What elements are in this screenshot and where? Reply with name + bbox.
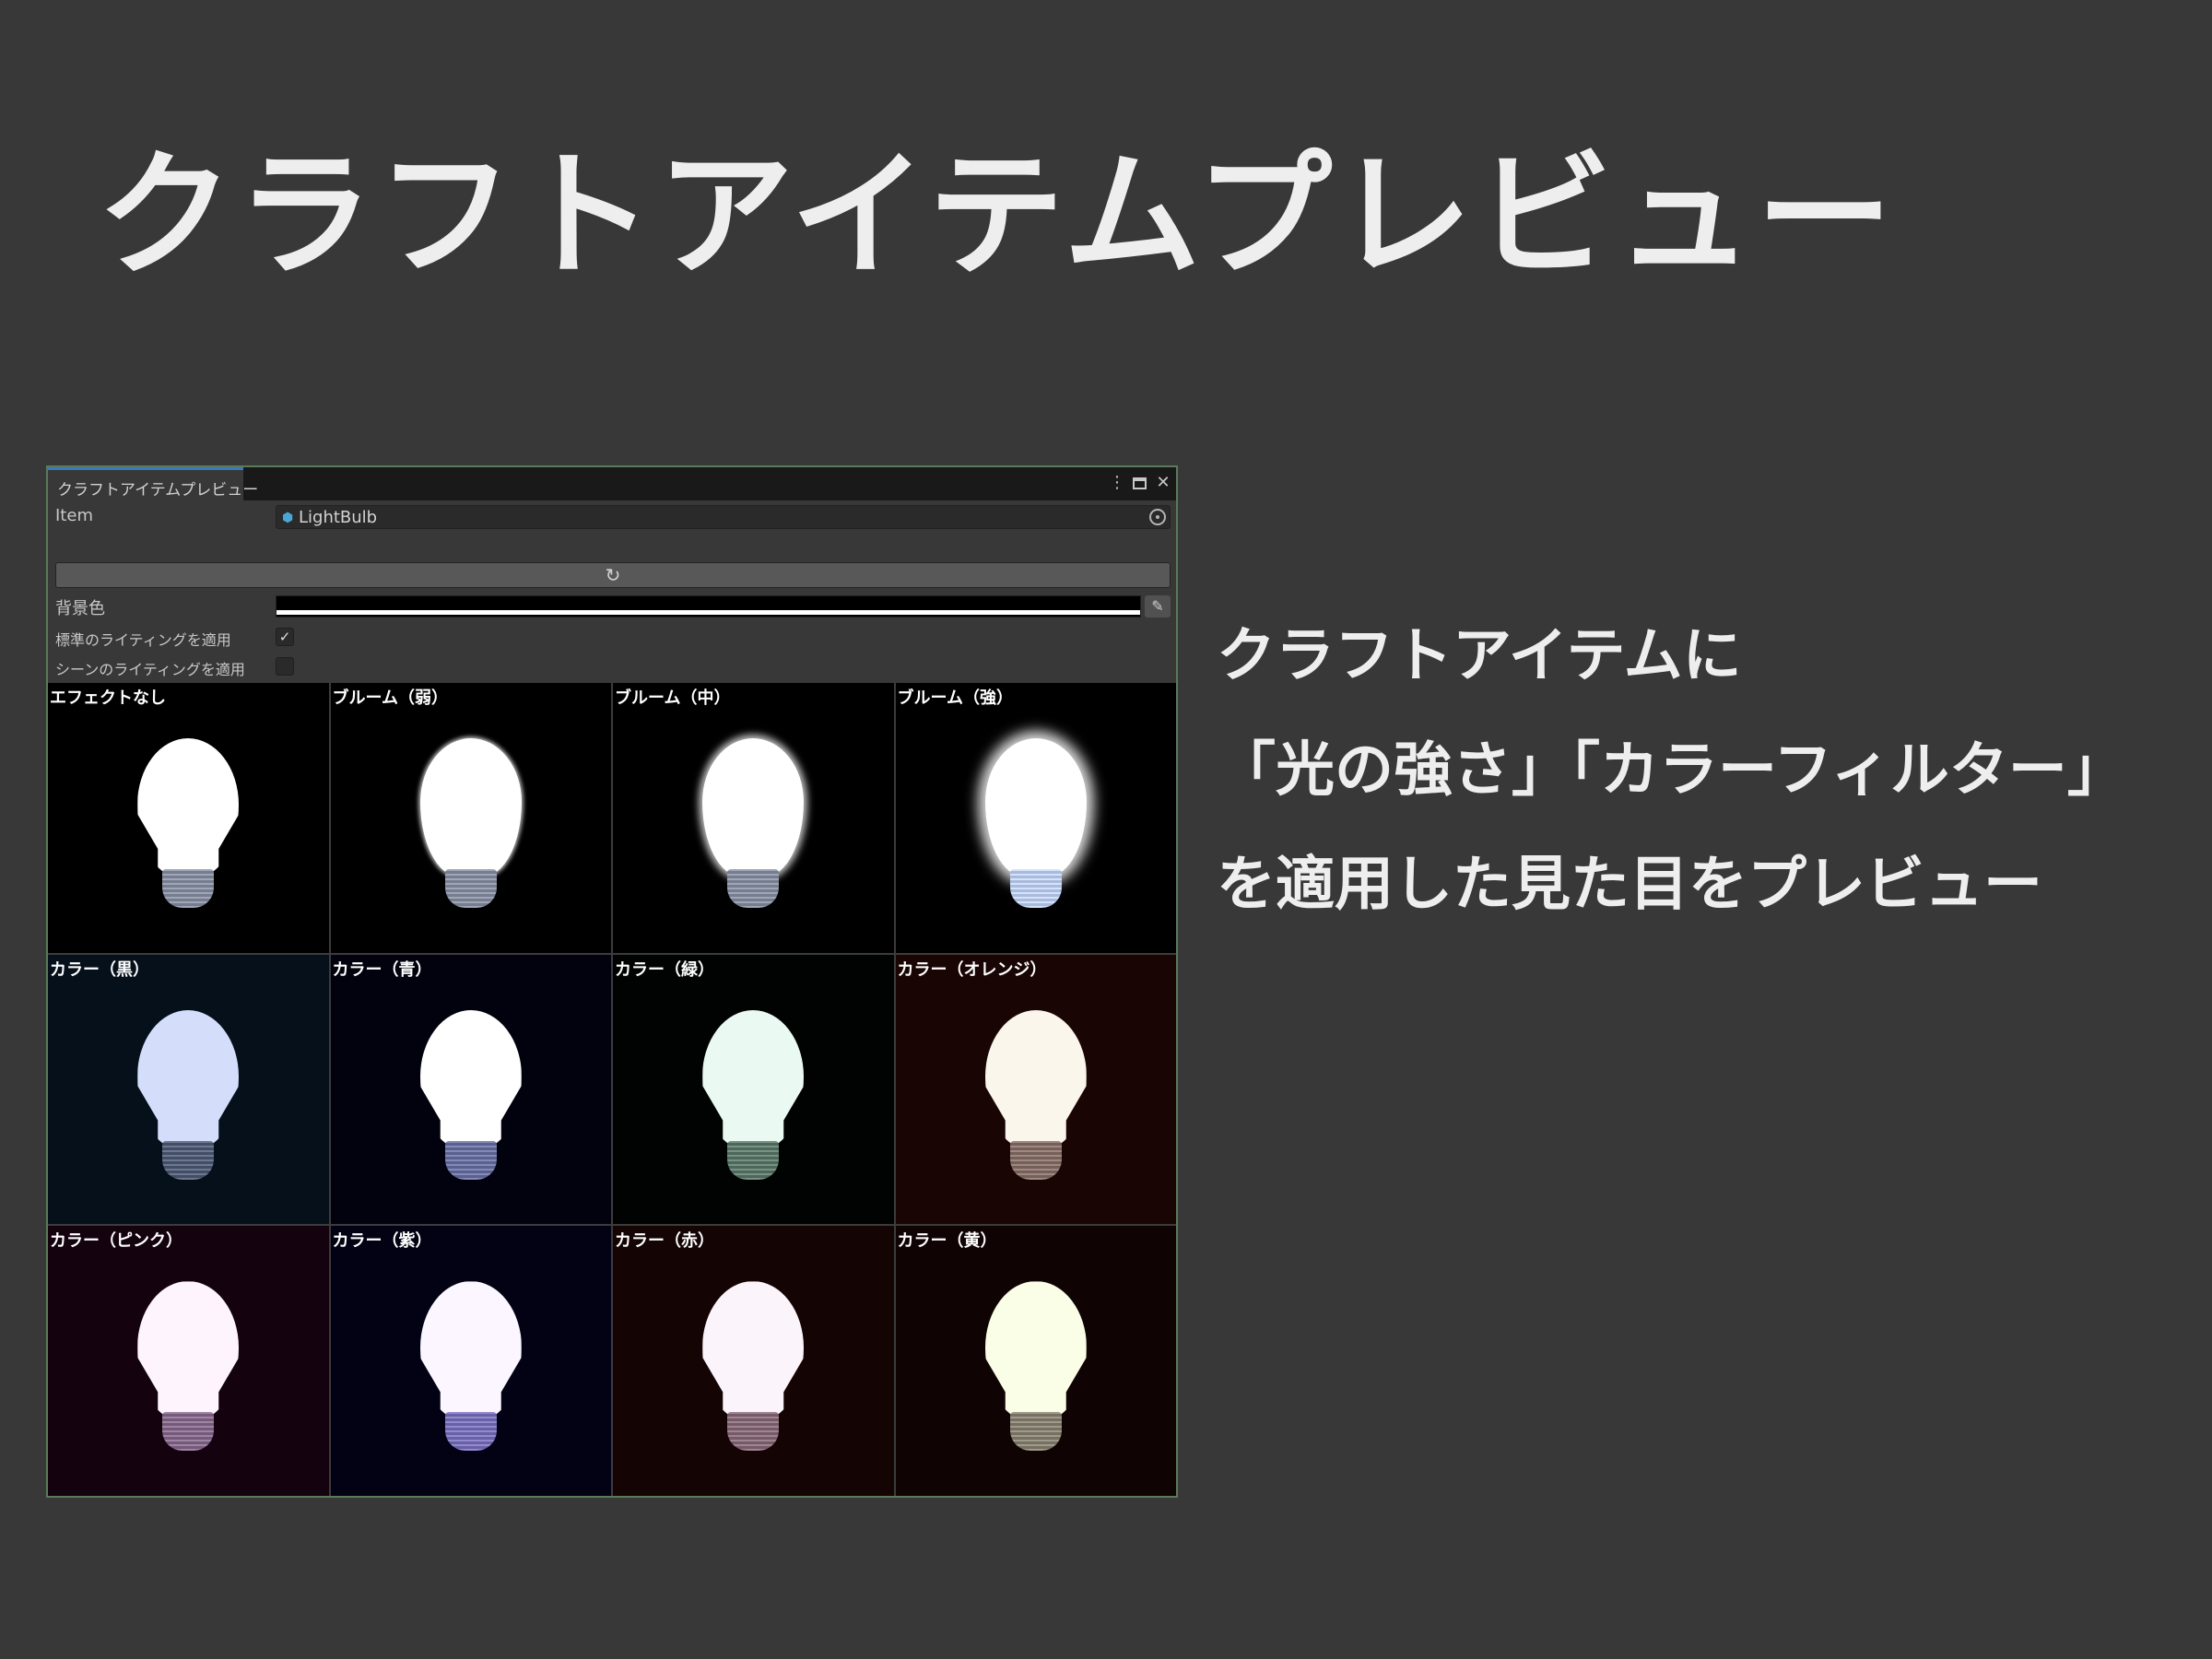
inspector-panel: Item ⬢ LightBulb ↻ 背景色 ✎ 標準のライティングを適用 ✓ … bbox=[48, 500, 1176, 683]
bulb-glass bbox=[984, 738, 1087, 877]
preview-cell: ブルーム（弱） bbox=[330, 683, 611, 953]
preview-label: エフェクトなし bbox=[50, 688, 166, 708]
alpha-bar bbox=[276, 610, 1140, 615]
preview-cell: カラー（ピンク） bbox=[48, 1226, 329, 1496]
light-bulb-icon bbox=[133, 1003, 243, 1180]
bulb-glass bbox=[137, 1009, 240, 1148]
bulb-glass bbox=[702, 1009, 805, 1148]
window-controls: ⋮ ✕ bbox=[1109, 471, 1171, 495]
maximize-icon[interactable] bbox=[1133, 477, 1147, 489]
item-label: Item bbox=[55, 506, 93, 525]
preview-label: ブルーム（中） bbox=[615, 688, 731, 708]
std-lighting-label: 標準のライティングを適用 bbox=[55, 631, 231, 649]
bulb-base bbox=[727, 869, 780, 908]
bulb-base bbox=[444, 1412, 497, 1452]
preview-label: ブルーム（強） bbox=[897, 688, 1013, 708]
bulb-base bbox=[162, 1412, 215, 1452]
preview-label: カラー（紫） bbox=[332, 1231, 432, 1252]
light-bulb-icon bbox=[698, 1274, 808, 1452]
object-picker-icon[interactable] bbox=[1149, 509, 1166, 525]
window-titlebar: クラフトアイテムプレビュー ⋮ ✕ bbox=[48, 467, 1176, 500]
light-bulb-icon bbox=[981, 731, 1091, 908]
preview-label: カラー（緑） bbox=[615, 959, 714, 980]
preview-label: カラー（赤） bbox=[615, 1231, 714, 1252]
refresh-button[interactable]: ↻ bbox=[55, 562, 1171, 588]
light-bulb-icon bbox=[981, 1274, 1091, 1452]
preview-cell: カラー（赤） bbox=[613, 1226, 894, 1496]
bulb-base bbox=[1009, 1140, 1062, 1180]
refresh-icon: ↻ bbox=[605, 564, 621, 586]
bulb-base bbox=[1009, 869, 1062, 908]
preview-cell: カラー（緑） bbox=[613, 954, 894, 1225]
scene-lighting-row: シーンのライティングを適用 bbox=[48, 652, 1176, 679]
preview-cell: カラー（青） bbox=[330, 954, 611, 1225]
light-bulb-icon bbox=[698, 731, 808, 908]
bulb-glass bbox=[419, 1281, 522, 1420]
preview-label: カラー（オレンジ） bbox=[897, 959, 1047, 980]
editor-window: クラフトアイテムプレビュー ⋮ ✕ Item ⬢ LightBulb ↻ 背景色… bbox=[46, 465, 1178, 1498]
preview-grid: エフェクトなし ブルーム（弱） ブルーム（中） ブルーム（強） カラー（黒） カラー（青）… bbox=[48, 683, 1176, 1496]
prefab-cube-icon: ⬢ bbox=[282, 511, 294, 525]
eyedropper-icon[interactable]: ✎ bbox=[1145, 595, 1171, 618]
bulb-base bbox=[444, 1140, 497, 1180]
preview-cell: カラー（オレンジ） bbox=[895, 954, 1176, 1225]
bulb-base bbox=[1009, 1412, 1062, 1452]
bulb-glass bbox=[984, 1281, 1087, 1420]
preview-cell: エフェクトなし bbox=[48, 683, 329, 953]
bulb-base bbox=[162, 1140, 215, 1180]
description-line-3: を適用した見た目をプレビュー bbox=[1217, 851, 2042, 919]
std-lighting-row: 標準のライティングを適用 ✓ bbox=[48, 622, 1176, 650]
description-line-2: 「光の強さ」「カラーフィルター」 bbox=[1217, 736, 2126, 805]
bulb-glass bbox=[419, 1009, 522, 1148]
scene-lighting-checkbox[interactable] bbox=[276, 657, 294, 676]
preview-cell: カラー（紫） bbox=[330, 1226, 611, 1496]
bulb-base bbox=[444, 869, 497, 908]
preview-label: カラー（青） bbox=[332, 959, 432, 980]
bulb-glass bbox=[702, 738, 805, 877]
item-row: Item ⬢ LightBulb bbox=[48, 502, 1176, 530]
kebab-menu-icon[interactable]: ⋮ bbox=[1109, 471, 1125, 495]
bg-color-field[interactable] bbox=[276, 595, 1141, 618]
bulb-glass bbox=[984, 1009, 1087, 1148]
std-lighting-checkbox[interactable]: ✓ bbox=[276, 628, 294, 646]
bulb-glass bbox=[702, 1281, 805, 1420]
bulb-base bbox=[162, 869, 215, 908]
bulb-glass bbox=[137, 1281, 240, 1420]
preview-cell: ブルーム（中） bbox=[613, 683, 894, 953]
scene-lighting-label: シーンのライティングを適用 bbox=[55, 661, 245, 678]
slide-title: クラフトアイテムプレビュー bbox=[97, 136, 1897, 295]
bulb-glass bbox=[137, 738, 240, 877]
window-tab[interactable]: クラフトアイテムプレビュー bbox=[48, 467, 258, 500]
bulb-glass bbox=[419, 738, 522, 877]
item-value: LightBulb bbox=[299, 508, 378, 527]
preview-cell: ブルーム（強） bbox=[895, 683, 1176, 953]
light-bulb-icon bbox=[416, 1274, 526, 1452]
preview-label: カラー（黒） bbox=[50, 959, 149, 980]
slide-description: クラフトアイテムに 「光の強さ」「カラーフィルター」 を適用した見た目をプレビュ… bbox=[1217, 599, 2194, 942]
preview-label: カラー（ピンク） bbox=[50, 1231, 182, 1252]
close-icon[interactable]: ✕ bbox=[1156, 471, 1171, 495]
light-bulb-icon bbox=[133, 1274, 243, 1452]
light-bulb-icon bbox=[698, 1003, 808, 1180]
preview-cell: カラー（黄） bbox=[895, 1226, 1176, 1496]
preview-cell: カラー（黒） bbox=[48, 954, 329, 1225]
preview-label: ブルーム（弱） bbox=[332, 688, 448, 708]
light-bulb-icon bbox=[981, 1003, 1091, 1180]
item-object-field[interactable]: ⬢ LightBulb bbox=[276, 505, 1171, 529]
bulb-base bbox=[727, 1140, 780, 1180]
light-bulb-icon bbox=[416, 1003, 526, 1180]
bulb-base bbox=[727, 1412, 780, 1452]
light-bulb-icon bbox=[133, 731, 243, 908]
description-line-1: クラフトアイテムに bbox=[1217, 622, 1742, 690]
preview-label: カラー（黄） bbox=[897, 1231, 997, 1252]
light-bulb-icon bbox=[416, 731, 526, 908]
bg-color-label: 背景色 bbox=[55, 599, 105, 618]
